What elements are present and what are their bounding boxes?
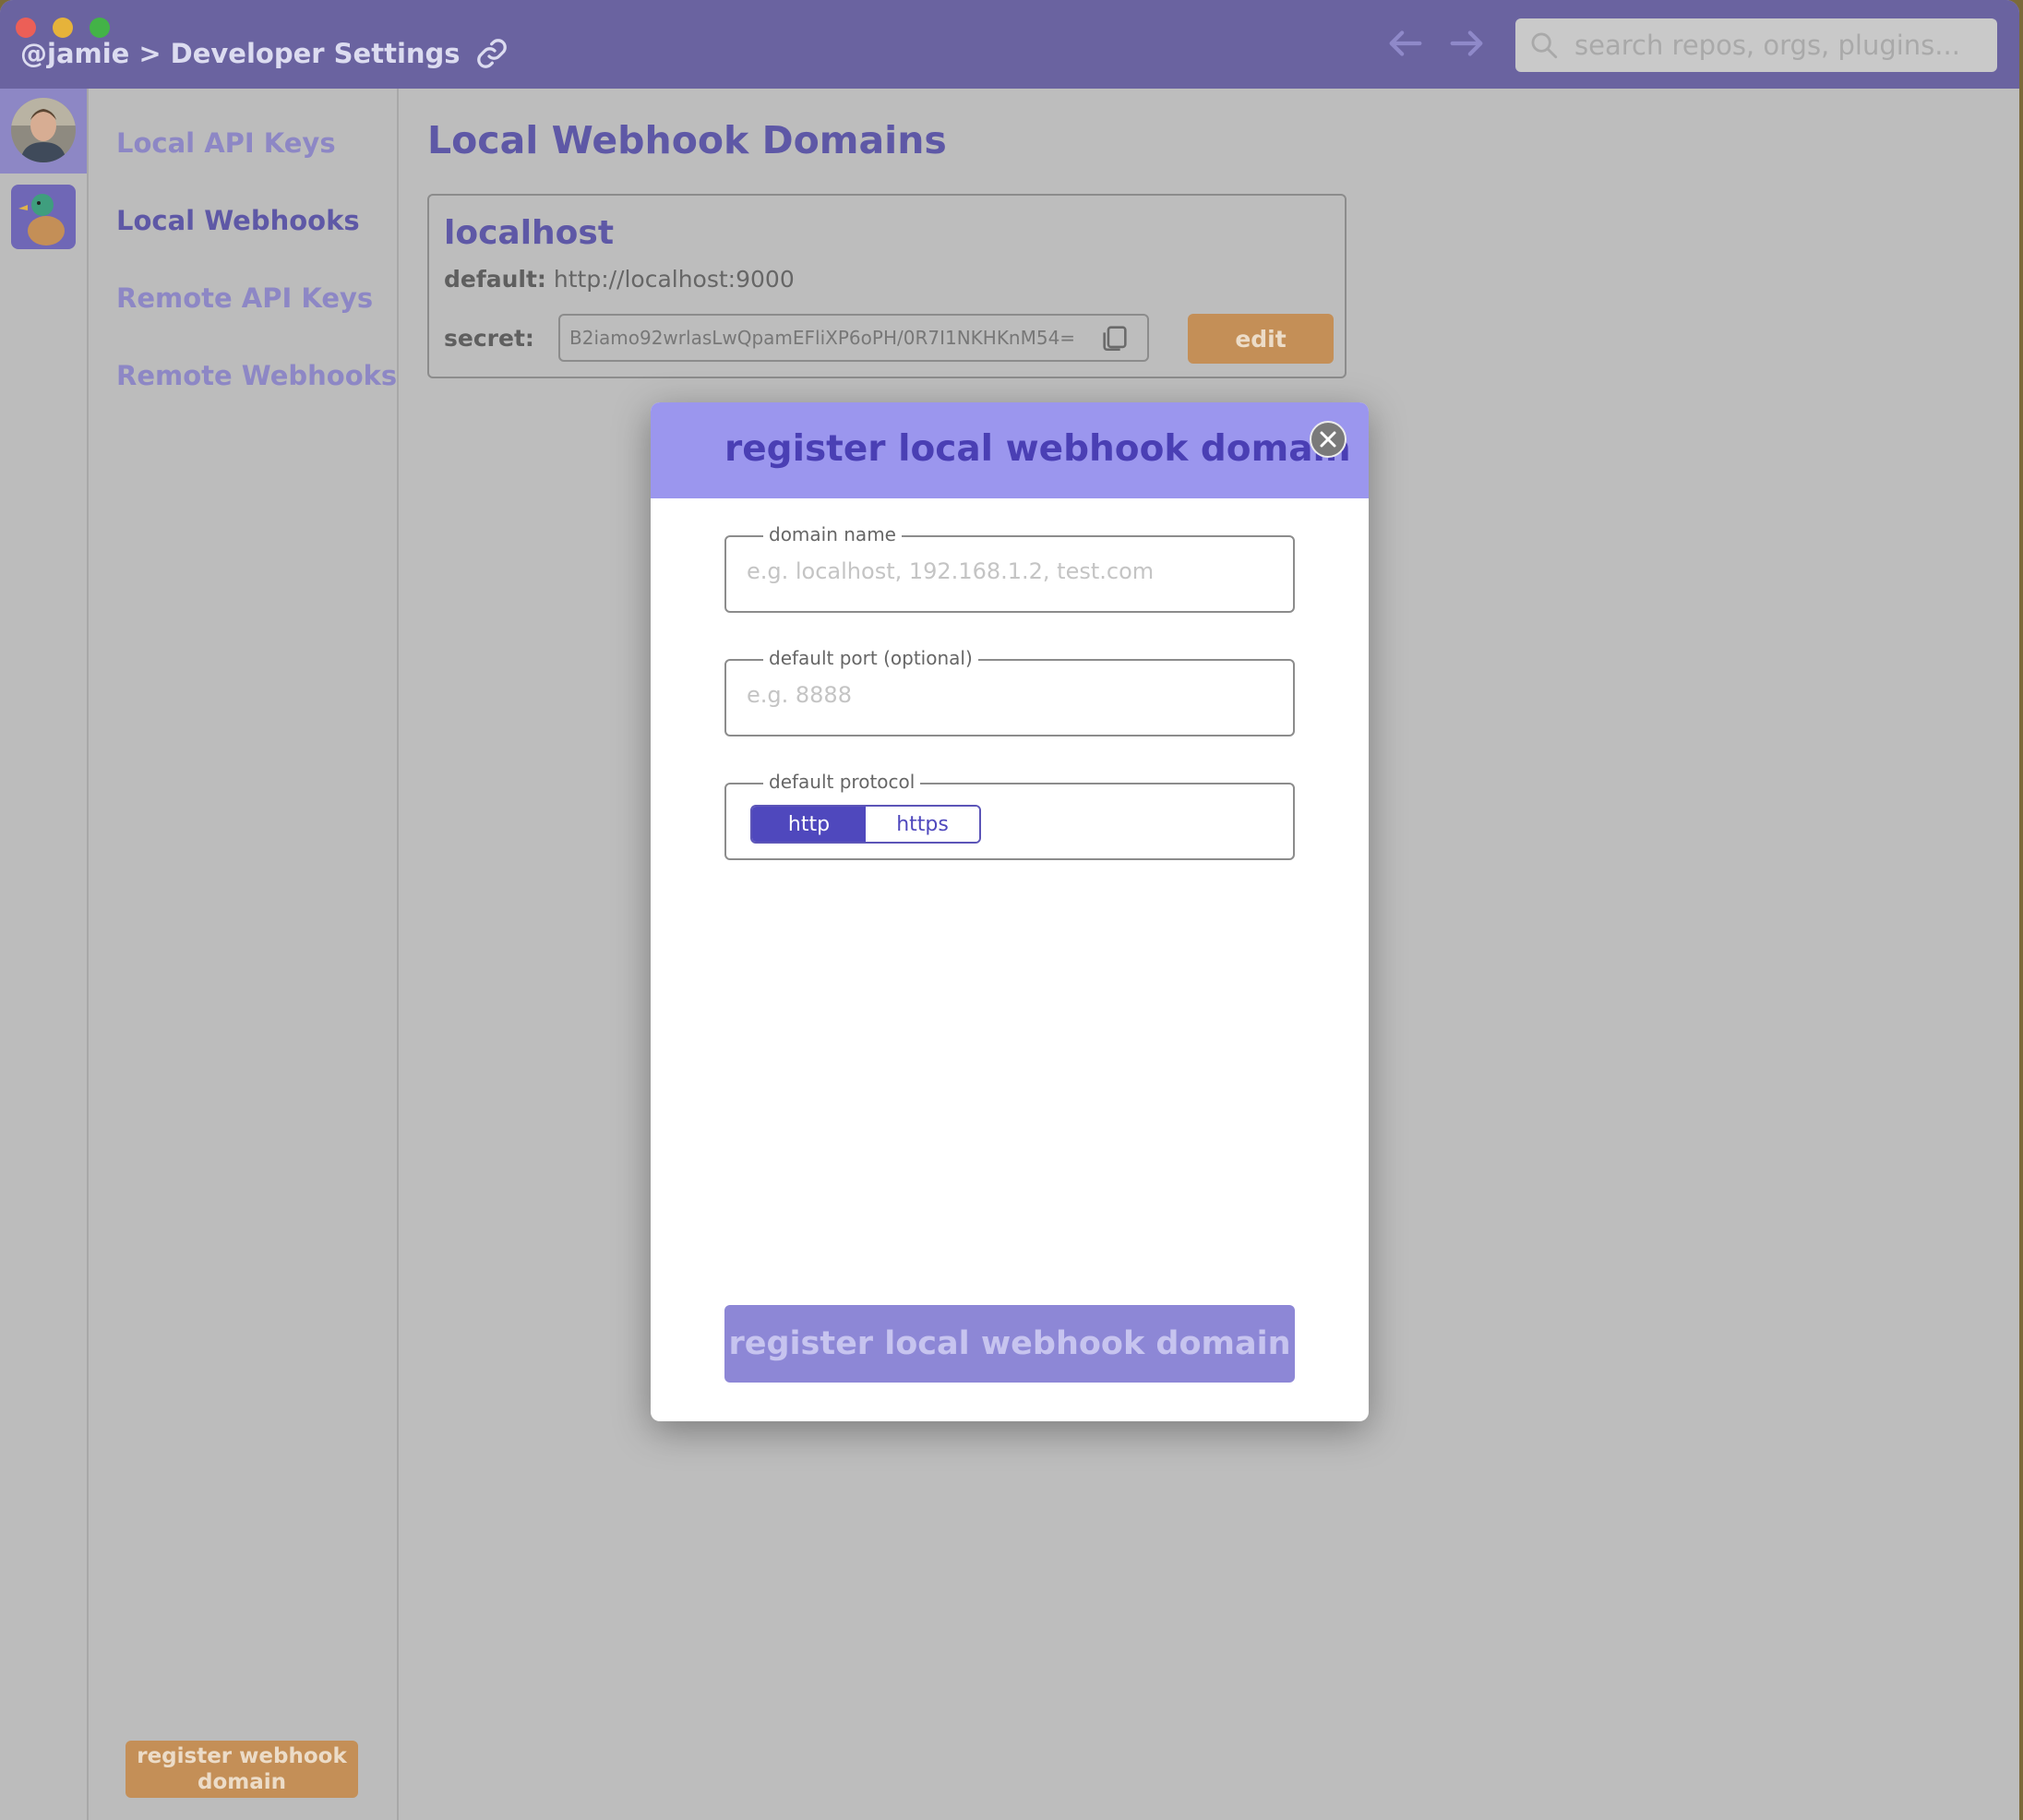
default-port-input[interactable] (745, 681, 1275, 709)
default-protocol-fieldset: default protocol http https (724, 771, 1295, 860)
close-window-button[interactable] (16, 18, 36, 38)
title-bar: @jamie > Developer Settings (0, 0, 2019, 89)
page-title: Local Webhook Domains (427, 118, 947, 162)
breadcrumb-page: Developer Settings (170, 38, 461, 69)
domain-name-input[interactable] (745, 557, 1275, 585)
secret-value[interactable]: B2iamo92wrlasLwQpamEFliXP6oPH/0R7I1NKHKn… (569, 327, 1095, 349)
settings-sidebar: Local API Keys Local Webhooks Remote API… (89, 89, 399, 1820)
search-bar[interactable] (1515, 18, 1997, 72)
breadcrumb: @jamie > Developer Settings (20, 37, 509, 70)
default-protocol-legend: default protocol (763, 771, 921, 793)
register-webhook-domain-button[interactable]: register webhook domain (126, 1741, 358, 1798)
domain-default: default: http://localhost:9000 (444, 266, 795, 293)
search-icon (1531, 32, 1558, 59)
maximize-window-button[interactable] (90, 18, 110, 38)
account-rail (0, 89, 89, 1820)
minimize-window-button[interactable] (53, 18, 73, 38)
link-icon[interactable] (475, 37, 509, 70)
rail-item-user[interactable] (0, 89, 87, 174)
app-window: @jamie > Developer Settings search repos… (0, 0, 2019, 1820)
modal-header: register local webhook domain (651, 402, 1369, 498)
forward-arrow-icon[interactable] (1445, 22, 1488, 65)
copy-icon[interactable] (1099, 322, 1131, 353)
sidebar-item-remote-webhooks[interactable]: Remote Webhooks (116, 360, 397, 391)
avatar (11, 98, 76, 162)
protocol-option-http[interactable]: http (752, 807, 866, 842)
rail-item-app[interactable] (0, 177, 87, 262)
close-icon (1320, 431, 1336, 448)
back-arrow-icon[interactable] (1384, 22, 1427, 65)
search-input[interactable] (1573, 29, 1982, 62)
default-port-fieldset: default port (optional) (724, 647, 1295, 736)
secret-field[interactable]: B2iamo92wrlasLwQpamEFliXP6oPH/0R7I1NKHKn… (558, 314, 1149, 362)
protocol-toggle: http https (750, 805, 981, 844)
domain-card: localhost default: http://localhost:9000… (427, 194, 1347, 378)
default-port-legend: default port (optional) (763, 647, 978, 669)
sidebar-item-remote-api-keys[interactable]: Remote API Keys (116, 282, 373, 314)
duck-logo-icon (11, 185, 76, 249)
modal-close-button[interactable] (1310, 421, 1347, 458)
protocol-option-https[interactable]: https (866, 807, 979, 842)
modal-title: register local webhook domain (724, 428, 1351, 470)
breadcrumb-separator: > (138, 38, 162, 69)
breadcrumb-user[interactable]: @jamie (20, 38, 129, 69)
domain-name-legend: domain name (763, 523, 902, 545)
register-domain-modal: register local webhook domain domain nam… (651, 402, 1369, 1421)
sidebar-item-local-api-keys[interactable]: Local API Keys (116, 127, 336, 159)
default-label: default: (444, 266, 546, 293)
edit-button[interactable]: edit (1188, 314, 1334, 364)
register-submit-button[interactable]: register local webhook domain (724, 1305, 1295, 1383)
domain-name: localhost (444, 214, 615, 252)
default-value: http://localhost:9000 (553, 266, 795, 293)
secret-label: secret: (444, 325, 534, 352)
sidebar-item-local-webhooks[interactable]: Local Webhooks (116, 205, 360, 236)
domain-name-fieldset: domain name (724, 523, 1295, 613)
